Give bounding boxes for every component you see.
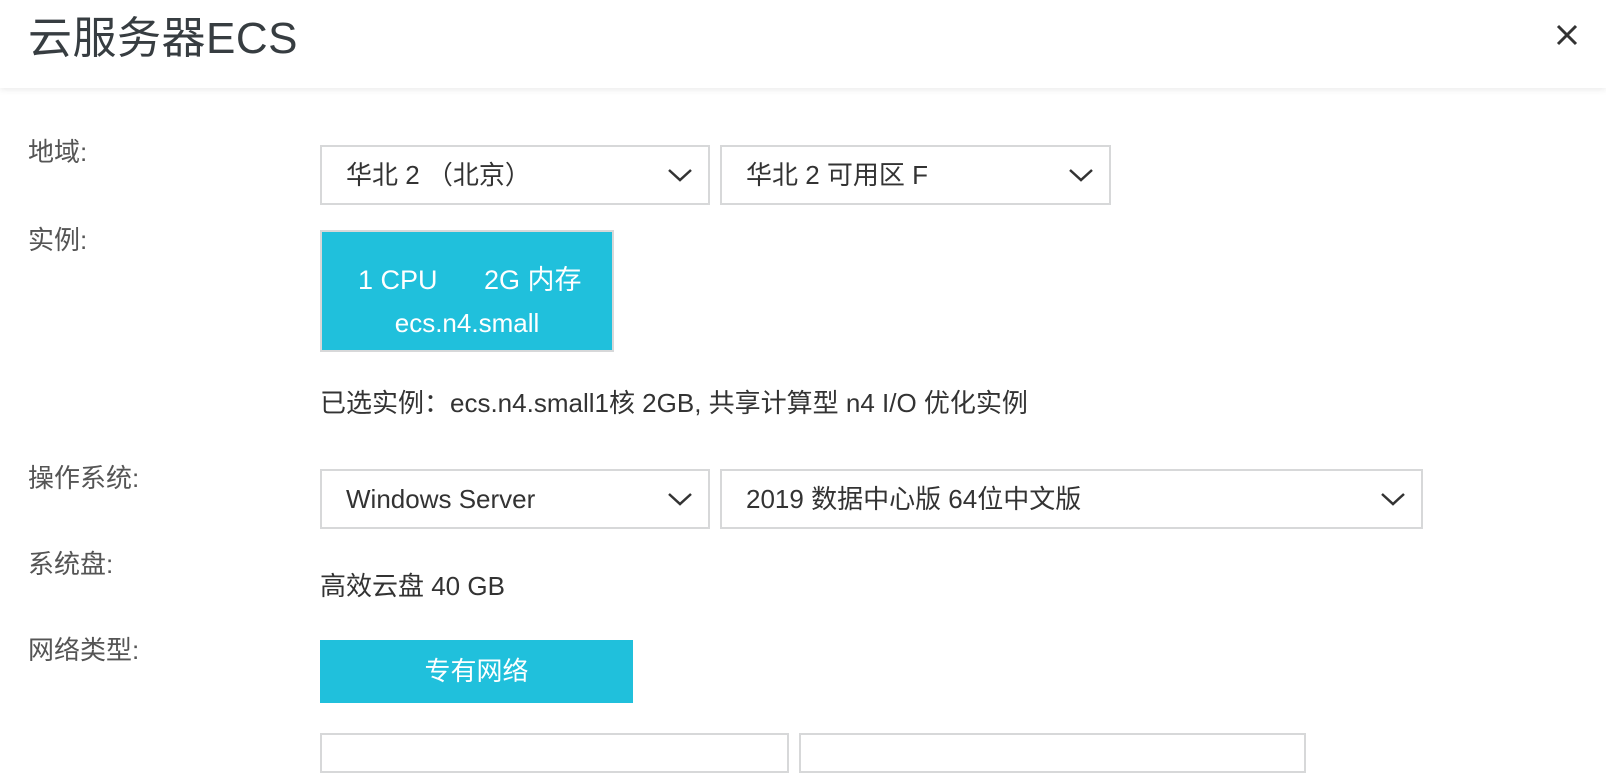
selected-instance-text: 已选实例：ecs.n4.small1核 2GB, 共享计算型 n4 I/O 优化… — [320, 388, 1028, 418]
close-icon[interactable] — [1554, 18, 1594, 58]
chevron-down-icon — [1069, 169, 1093, 182]
os-version-select[interactable]: 2019 数据中心版 64位中文版 — [720, 469, 1423, 529]
instance-cpu: 1 CPU — [358, 265, 438, 295]
page-title: 云服务器ECS — [28, 14, 298, 63]
region-select-value: 华北 2 （北京） — [346, 160, 531, 190]
disk-value: 高效云盘 40 GB — [320, 571, 505, 601]
vpc-network-button[interactable]: 专有网络 — [320, 640, 633, 703]
os-select-value: Windows Server — [346, 484, 536, 514]
instance-label: 实例: — [28, 225, 88, 255]
chevron-down-icon — [1381, 493, 1405, 506]
os-select[interactable]: Windows Server — [320, 469, 710, 529]
disk-label: 系统盘: — [28, 549, 114, 579]
instance-type-card[interactable]: 1 CPU 2G 内存 ecs.n4.small — [320, 230, 614, 352]
region-select[interactable]: 华北 2 （北京） — [320, 145, 710, 205]
zone-select-value: 华北 2 可用区 F — [746, 160, 929, 190]
chevron-down-icon — [668, 169, 692, 182]
os-version-select-value: 2019 数据中心版 64位中文版 — [746, 484, 1082, 514]
instance-memory: 2G 内存 — [484, 265, 582, 295]
os-label: 操作系统: — [28, 463, 140, 493]
network-label: 网络类型: — [28, 635, 140, 665]
chevron-down-icon — [668, 493, 692, 506]
vswitch-select[interactable] — [799, 733, 1306, 773]
vpc-select[interactable] — [320, 733, 789, 773]
region-label: 地域: — [28, 137, 88, 167]
instance-type-code: ecs.n4.small — [394, 308, 540, 338]
zone-select[interactable]: 华北 2 可用区 F — [720, 145, 1111, 205]
panel-header: 云服务器ECS — [0, 0, 1606, 88]
